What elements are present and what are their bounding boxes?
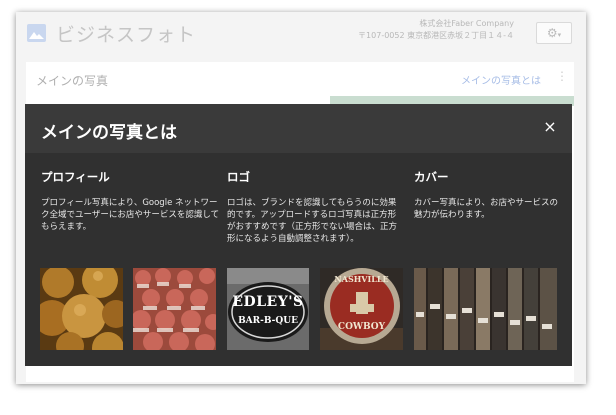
logo-text-line1: EDLEY'S — [232, 294, 304, 310]
company-address: 〒107-0052 東京都港区赤坂２丁目１４-４ — [358, 31, 514, 40]
logo-photo-1: EDLEY'S BAR-B-QUE — [227, 268, 309, 350]
logo-photo-2: NASHVILLE COWBOY — [320, 268, 403, 350]
section-logo: ロゴ ロゴは、ブランドを認識してもらうのに効果的です。アップロードするロゴ写真は… — [227, 169, 403, 245]
main-photo-help-link[interactable]: メインの写真とは — [461, 72, 541, 87]
logo-text-line2: BAR-B-QUE — [238, 316, 298, 326]
gear-icon: ⚙ — [546, 26, 558, 40]
section-profile: プロフィール プロフィール写真により、Google ネットワーク全域でユーザーに… — [41, 169, 221, 233]
cover-photo — [414, 268, 557, 350]
app-title: ビジネスフォト — [56, 24, 197, 46]
section-description: プロフィール写真により、Google ネットワーク全域でユーザーにお店やサービス… — [41, 198, 220, 232]
profile-photo-1 — [40, 268, 123, 350]
dialog-title: メインの写真とは — [41, 123, 177, 143]
app-window: ビジネスフォト 株式会社Faber Company 〒107-0052 東京都港… — [16, 12, 586, 384]
more-menu-icon[interactable]: ⋮ — [556, 69, 568, 83]
section-title: カバー — [414, 170, 449, 184]
dialog-header: メインの写真とは × — [25, 104, 572, 153]
section-cover: カバー カバー写真により、お店やサービスの魅力が伝わります。 — [414, 169, 560, 221]
settings-button[interactable]: ⚙▾ — [536, 22, 572, 44]
company-info: 株式会社Faber Company 〒107-0052 東京都港区赤坂２丁目１４… — [358, 18, 514, 42]
company-name: 株式会社Faber Company — [419, 19, 514, 28]
help-dialog: メインの写真とは × プロフィール プロフィール写真により、Google ネット… — [25, 104, 572, 366]
section-title: プロフィール — [41, 170, 110, 184]
photo-logo-icon — [27, 24, 46, 42]
section-description: カバー写真により、お店やサービスの魅力が伝わります。 — [414, 198, 558, 220]
logo-text-line2: COWBOY — [337, 322, 386, 332]
close-icon[interactable]: × — [542, 119, 558, 135]
profile-photo-2 — [133, 268, 216, 350]
logo-text-line1: NASHVILLE — [334, 274, 389, 284]
app-header: ビジネスフォト 株式会社Faber Company 〒107-0052 東京都港… — [16, 12, 586, 56]
section-description: ロゴは、ブランドを認識してもらうのに効果的です。アップロードするロゴ写真は正方形… — [227, 198, 398, 244]
chevron-down-icon: ▾ — [557, 31, 562, 39]
section-title: ロゴ — [227, 170, 250, 184]
card-title: メインの写真 — [36, 74, 109, 88]
